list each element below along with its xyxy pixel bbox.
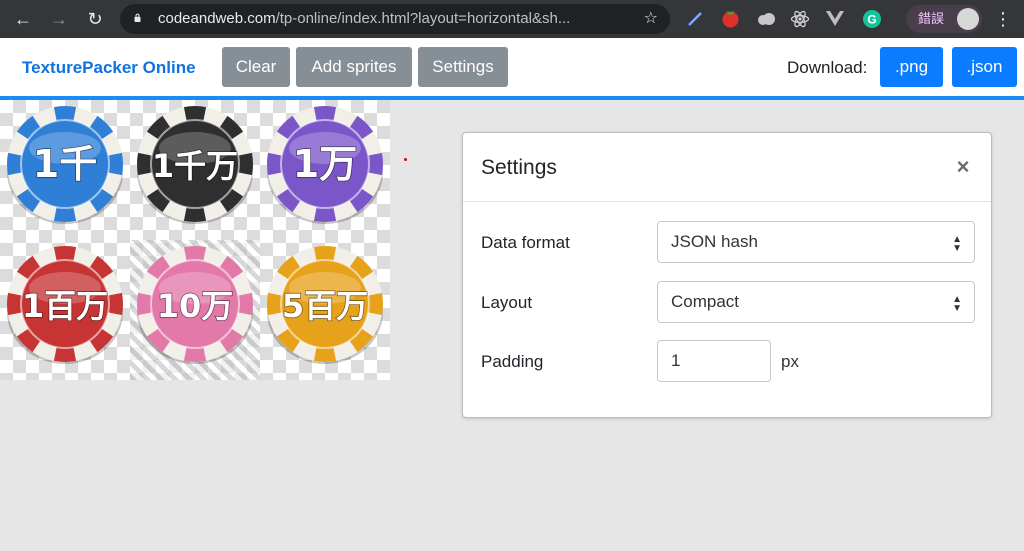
chip-icon: 1百万 — [6, 246, 123, 364]
chip-sprite-4[interactable]: 1百万 — [0, 240, 130, 380]
reload-icon[interactable]: ↻ — [82, 6, 108, 32]
dialog-title: Settings — [481, 156, 557, 179]
profile-error-label: 錯誤 — [918, 11, 945, 26]
bookmark-star-icon[interactable]: ☆ — [644, 8, 658, 30]
grammarly-icon[interactable]: G — [862, 9, 882, 29]
layout-select[interactable]: Compact ▲ ▼ — [657, 281, 975, 323]
chip-sprite-5[interactable]: 10万 — [130, 240, 260, 380]
vue-devtools-icon[interactable] — [826, 11, 844, 27]
download-png-button[interactable]: .png — [880, 47, 943, 87]
chip-icon: 10万 — [137, 246, 253, 364]
chip-label: 5百万 — [282, 287, 368, 325]
marker-dot — [404, 158, 407, 161]
close-icon[interactable]: × — [951, 153, 975, 181]
select-arrows-icon: ▲ ▼ — [952, 234, 962, 254]
chip-label: 1千万 — [152, 147, 238, 185]
padding-value: 1 — [671, 351, 681, 370]
app-toolbar: TexturePacker Online Clear Add sprites S… — [0, 38, 1024, 100]
profile-button[interactable]: 錯誤 — [906, 5, 982, 33]
chip-sprite-3[interactable]: 1万 — [260, 100, 390, 240]
chip-label: 1万 — [293, 142, 357, 186]
download-json-button[interactable]: .json — [952, 47, 1017, 87]
forward-arrow-icon[interactable]: → — [46, 6, 72, 32]
dialog-header: Settings × — [463, 133, 991, 202]
data-format-value: JSON hash — [671, 232, 758, 251]
chip-icon: 5百万 — [267, 246, 383, 364]
react-devtools-icon[interactable] — [790, 9, 810, 29]
settings-button[interactable]: Settings — [418, 47, 508, 87]
more-menu-icon[interactable]: ⋮ — [994, 6, 1012, 32]
settings-dialog: Settings × Data format JSON hash ▲ ▼ Layo… — [462, 132, 992, 418]
add-sprites-button[interactable]: Add sprites — [296, 47, 412, 87]
back-arrow-icon[interactable]: ← — [10, 6, 36, 32]
chip-sprite-6[interactable]: 5百万 — [260, 240, 390, 380]
padding-unit: px — [781, 352, 799, 371]
padding-label: Padding — [481, 352, 544, 371]
chip-sprite-1[interactable]: 1千 — [0, 100, 130, 240]
address-bar[interactable]: codeandweb.com/tp-online/index.html?layo… — [120, 4, 670, 34]
padding-input[interactable]: 1 — [657, 340, 771, 382]
chip-icon: 1万 — [267, 106, 383, 224]
chip-label: 10万 — [157, 287, 234, 325]
lock-icon — [134, 13, 141, 22]
chip-icon: 1千万 — [137, 106, 253, 224]
chip-label: 1千 — [33, 142, 97, 186]
cloud-extension-icon[interactable] — [756, 10, 776, 28]
data-format-label: Data format — [481, 233, 570, 252]
layout-value: Compact — [671, 292, 740, 311]
sprite-sheet-preview: 1千 1千万 1万 1百万 10万 5百万 — [0, 100, 390, 380]
chip-sprite-2[interactable]: 1千万 — [130, 100, 260, 240]
url-text: codeandweb.com/tp-online/index.html?layo… — [158, 10, 571, 27]
download-label: Download: — [787, 58, 868, 77]
browser-toolbar: ← → ↻ codeandweb.com/tp-online/index.htm… — [0, 0, 1024, 38]
select-arrows-icon: ▲ ▼ — [952, 294, 962, 314]
chip-label: 1百万 — [22, 287, 108, 325]
pen-extension-icon[interactable] — [686, 10, 704, 28]
chip-icon: 1千 — [6, 106, 123, 224]
clear-button[interactable]: Clear — [222, 47, 290, 87]
data-format-select[interactable]: JSON hash ▲ ▼ — [657, 221, 975, 263]
avatar — [957, 8, 979, 30]
svg-text:G: G — [867, 13, 876, 27]
tomato-extension-icon[interactable] — [721, 9, 740, 28]
brand-link[interactable]: TexturePacker Online — [22, 38, 196, 98]
layout-label: Layout — [481, 293, 533, 312]
